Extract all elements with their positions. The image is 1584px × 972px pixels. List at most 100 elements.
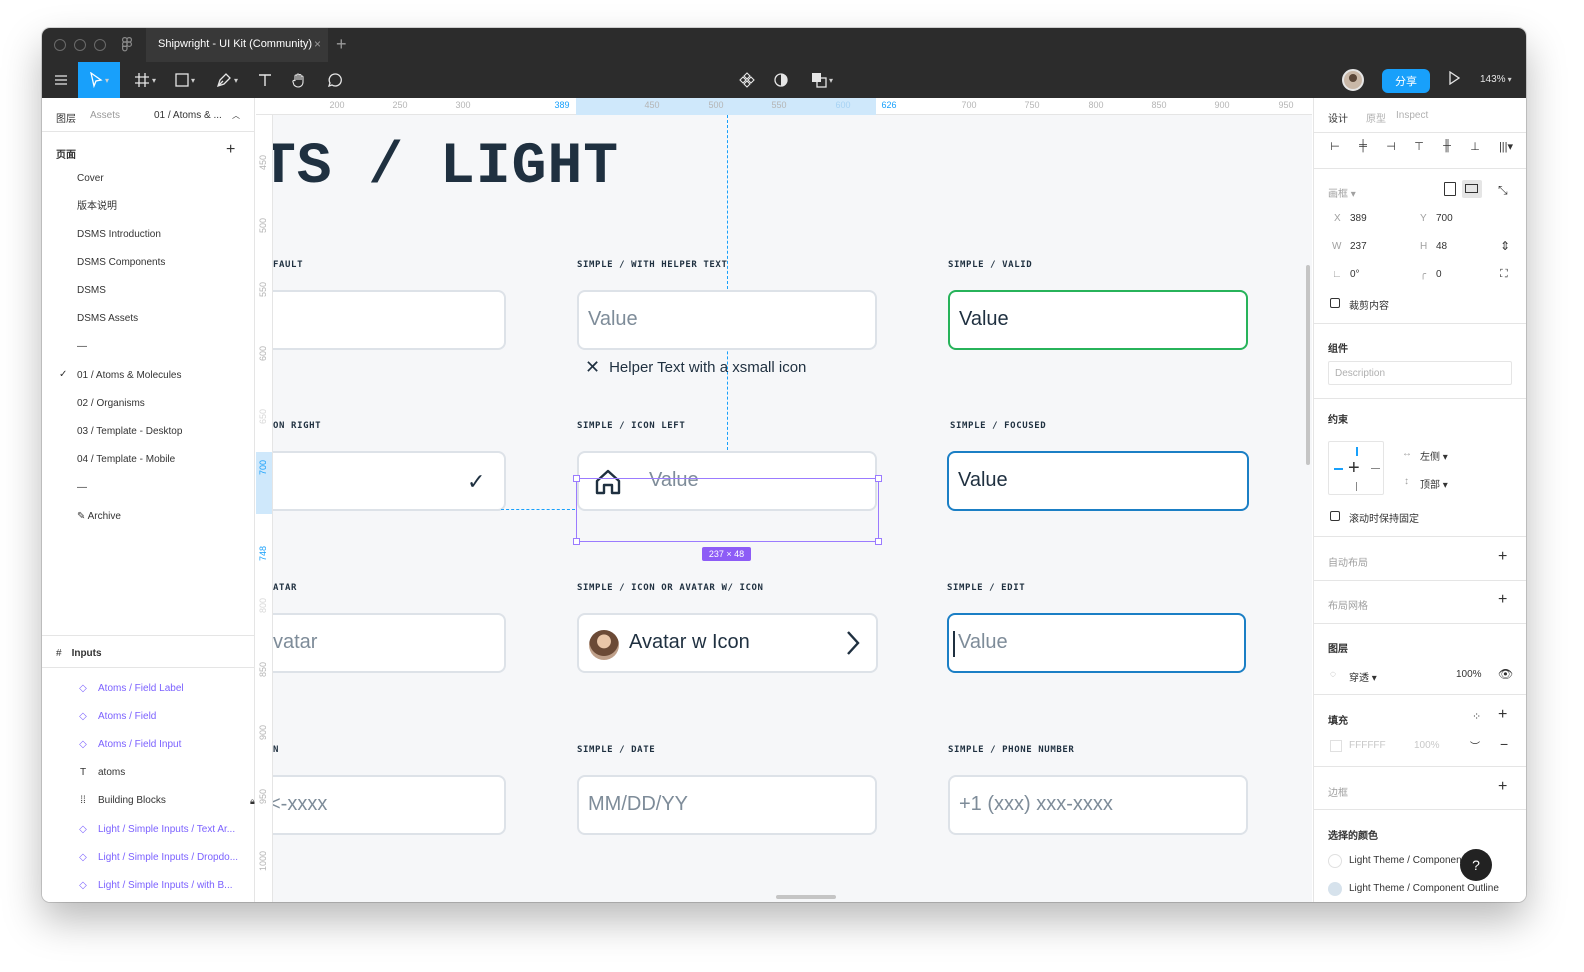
fix-on-scroll-checkbox[interactable] xyxy=(1330,511,1340,521)
input-focused[interactable]: Value xyxy=(947,451,1249,511)
move-tool-button[interactable]: ▾ xyxy=(78,62,120,98)
layer-row[interactable]: ◇ Light / Simple Inputs / Dropdo... xyxy=(78,851,248,865)
input-valid[interactable]: Value xyxy=(948,290,1248,350)
figma-logo-icon[interactable] xyxy=(122,37,133,55)
main-menu-icon[interactable] xyxy=(50,62,72,98)
layer-row[interactable]: ◇ Light / Simple Inputs / Text Ar... xyxy=(78,823,248,837)
input-default[interactable] xyxy=(273,290,506,350)
minimize-window-button[interactable] xyxy=(74,39,86,51)
vertical-scrollbar[interactable] xyxy=(1306,265,1310,465)
independent-corners-icon[interactable]: ⛶ xyxy=(1500,268,1508,281)
layer-row[interactable]: ⁞⁞ Building Blocks 🔒︎ xyxy=(78,794,255,808)
fill-hex-input[interactable]: FFFFFF xyxy=(1349,740,1386,751)
fill-styles-icon[interactable]: ⁘ xyxy=(1472,710,1481,723)
file-tab[interactable]: Shipwright - UI Kit (Community) × xyxy=(146,28,328,62)
corner-radius-input[interactable]: 0 xyxy=(1436,269,1442,280)
color-swatch[interactable] xyxy=(1328,882,1342,896)
hidden-eye-icon[interactable]: ︶ xyxy=(1470,738,1480,753)
color-swatch[interactable] xyxy=(1328,854,1342,868)
rotation-input[interactable]: 0° xyxy=(1350,269,1360,280)
mask-tool-button[interactable] xyxy=(770,62,792,98)
zoom-dropdown[interactable]: 143% ▾ xyxy=(1480,74,1512,85)
user-avatar[interactable] xyxy=(1342,69,1364,91)
resize-handle[interactable] xyxy=(875,538,882,545)
distribute-icon[interactable]: |||▾ xyxy=(1494,140,1518,154)
constraint-right-line[interactable] xyxy=(1371,468,1380,469)
lock-icon[interactable]: 🔒︎ xyxy=(250,794,255,808)
align-bottom-icon[interactable]: ⊥ xyxy=(1468,140,1482,154)
h-input[interactable]: 48 xyxy=(1436,241,1447,252)
constraint-top-line[interactable] xyxy=(1356,447,1358,456)
page-item-archive[interactable]: ✎ Archive xyxy=(77,509,121,525)
design-canvas[interactable]: TS / LIGHT FAULT SIMPLE / WITH HELPER TE… xyxy=(273,115,1312,902)
constraint-widget[interactable]: + xyxy=(1328,441,1384,495)
resize-handle[interactable] xyxy=(573,475,580,482)
portrait-icon[interactable] xyxy=(1444,182,1456,196)
page-item[interactable]: DSMS Assets xyxy=(77,311,138,327)
tab-design[interactable]: 设计 xyxy=(1328,110,1348,125)
layer-row[interactable]: ◇ Atoms / Field Input xyxy=(78,738,248,752)
y-input[interactable]: 700 xyxy=(1436,213,1453,224)
remove-fill-icon[interactable]: − xyxy=(1500,736,1508,752)
layer-row[interactable]: ◇ Atoms / Field Label xyxy=(78,682,248,696)
align-h-center-icon[interactable]: ╪ xyxy=(1356,140,1370,154)
align-v-center-icon[interactable]: ╫ xyxy=(1440,140,1454,154)
close-window-button[interactable] xyxy=(54,39,66,51)
page-item[interactable]: 02 / Organisms xyxy=(77,396,145,412)
add-auto-layout-icon[interactable]: + xyxy=(1498,548,1507,566)
input-avatar-with-icon[interactable]: Avatar w Icon xyxy=(577,613,878,673)
present-play-icon[interactable] xyxy=(1448,70,1461,88)
frame-type-label[interactable]: 画框 ▾ xyxy=(1328,185,1356,200)
vertical-constraint-dropdown[interactable]: 顶部 ▾ xyxy=(1420,476,1448,491)
tab-layers[interactable]: 图层 xyxy=(56,110,76,125)
x-input[interactable]: 389 xyxy=(1350,213,1367,224)
page-item[interactable]: Cover xyxy=(77,171,104,187)
layer-frame-inputs[interactable]: # Inputs xyxy=(56,646,102,660)
help-button[interactable]: ? xyxy=(1460,849,1492,881)
page-item-active[interactable]: 01 / Atoms & Molecules xyxy=(77,368,182,384)
add-layout-grid-icon[interactable]: + xyxy=(1498,591,1507,609)
input-phone-partial[interactable]: <-xxxx xyxy=(273,775,506,835)
selection-frame[interactable] xyxy=(573,475,882,545)
tab-prototype[interactable]: 原型 xyxy=(1366,110,1386,125)
page-item[interactable]: DSMS Introduction xyxy=(77,227,161,243)
tab-inspect[interactable]: Inspect xyxy=(1396,110,1428,121)
layer-opacity-input[interactable]: 100% xyxy=(1456,669,1482,680)
constraint-left-line[interactable] xyxy=(1334,468,1343,470)
input-phone[interactable]: +1 (xxx) xxx-xxxx xyxy=(948,775,1248,835)
share-button[interactable]: 分享 xyxy=(1382,69,1430,93)
eye-icon[interactable]: 👁︎ xyxy=(1498,667,1513,681)
constrain-proportions-icon[interactable]: ⇕ xyxy=(1500,239,1510,253)
hand-tool-button[interactable] xyxy=(288,62,310,98)
input-with-helper[interactable]: Value xyxy=(577,290,877,350)
close-tab-icon[interactable]: × xyxy=(314,37,321,51)
w-input[interactable]: 237 xyxy=(1350,241,1367,252)
align-top-icon[interactable]: ⊤ xyxy=(1412,140,1426,154)
shape-tool-button[interactable]: ▾ xyxy=(170,62,200,98)
chevron-up-icon[interactable]: ︿ xyxy=(232,110,240,121)
new-tab-icon[interactable]: + xyxy=(336,34,347,54)
input-date[interactable]: MM/DD/YY xyxy=(577,775,877,835)
selected-color-label[interactable]: Light Theme / Component xyxy=(1349,855,1464,866)
comment-tool-button[interactable] xyxy=(324,62,346,98)
fill-swatch[interactable] xyxy=(1330,740,1342,752)
description-input[interactable]: Description xyxy=(1328,361,1512,385)
add-fill-icon[interactable]: + xyxy=(1498,706,1507,724)
landscape-toggle[interactable] xyxy=(1462,180,1482,198)
page-item[interactable]: DSMS xyxy=(77,283,106,299)
page-item[interactable]: DSMS Components xyxy=(77,255,165,271)
pen-tool-button[interactable]: ▾ xyxy=(212,62,242,98)
fill-opacity-input[interactable]: 100% xyxy=(1414,740,1440,751)
input-avatar[interactable]: vatar xyxy=(273,613,506,673)
chevron-right-icon[interactable] xyxy=(845,629,861,662)
add-stroke-icon[interactable]: + xyxy=(1498,778,1507,796)
page-item[interactable]: 版本说明 xyxy=(77,199,117,215)
resize-handle[interactable] xyxy=(875,475,882,482)
resize-handle[interactable] xyxy=(573,538,580,545)
page-item[interactable]: 03 / Template - Desktop xyxy=(77,424,182,440)
align-right-icon[interactable]: ⊣ xyxy=(1384,140,1398,154)
layer-row[interactable]: ◇ Atoms / Field xyxy=(78,710,248,724)
layer-row[interactable]: ◇ Light / Simple Inputs / with B... xyxy=(78,879,248,893)
component-tool-button[interactable] xyxy=(736,62,758,98)
input-icon-right[interactable]: ✓ xyxy=(273,451,506,511)
